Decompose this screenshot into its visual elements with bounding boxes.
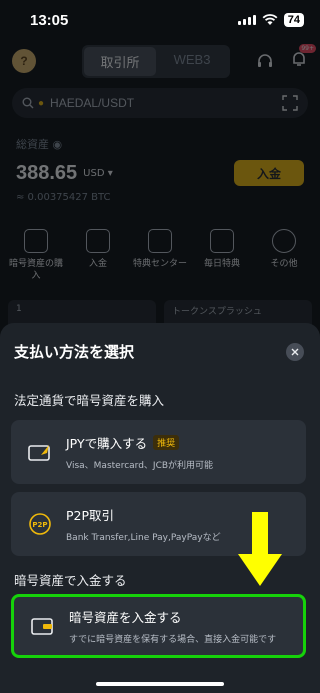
tab-exchange[interactable]: 取引所	[84, 46, 156, 76]
shortcut-daily[interactable]: 毎日特典	[192, 229, 252, 282]
rocket-icon	[24, 229, 48, 253]
shortcuts: 暗号資産の購入 入金 特典センター 毎日特典 その他	[0, 203, 320, 282]
exchange-tabs: 取引所 WEB3	[82, 44, 230, 78]
search-icon	[22, 97, 34, 109]
status-time: 13:05	[30, 11, 69, 29]
more-icon	[272, 229, 296, 253]
option-desc: すでに暗号資産を保有する場合、直接入金可能です	[69, 635, 277, 645]
assets-panel: 総資産 ◉ 388.65 USD ▾ 入金 ≈ 0.00375427 BTC	[0, 118, 320, 203]
calendar-icon	[210, 229, 234, 253]
shortcut-rewards[interactable]: 特典センター	[130, 229, 190, 282]
p2p-icon: P2P	[27, 511, 53, 537]
top-nav: ? 取引所 WEB3 99+	[0, 40, 320, 82]
option-name: JPYで購入する	[66, 436, 148, 451]
deposit-button[interactable]: 入金	[234, 160, 304, 186]
wallet-icon	[86, 229, 110, 253]
fire-icon: ●	[38, 97, 45, 109]
avatar[interactable]: ?	[12, 49, 36, 73]
scan-icon[interactable]	[282, 95, 298, 111]
section-crypto-title: 暗号資産で入金する	[14, 573, 127, 588]
currency-select[interactable]: USD ▾	[83, 168, 113, 179]
card-rocket-icon	[27, 439, 53, 465]
signal-icon	[237, 15, 256, 25]
eye-icon[interactable]: ◉	[53, 138, 63, 151]
close-icon	[291, 348, 299, 355]
assets-btc: ≈ 0.00375427 BTC	[16, 192, 111, 203]
assets-amount: 388.65	[16, 161, 78, 184]
tab-web3[interactable]: WEB3	[156, 47, 228, 76]
option-name: 暗号資産を入金する	[69, 610, 182, 625]
shortcut-more[interactable]: その他	[254, 229, 314, 282]
option-desc: Visa、Mastercard、JCBが利用可能	[66, 461, 214, 471]
wifi-icon	[262, 14, 278, 25]
gift-icon	[148, 229, 172, 253]
option-buy-jpy[interactable]: JPYで購入する 推奨 Visa、Mastercard、JCBが利用可能	[11, 420, 306, 484]
search-placeholder: HAEDAL/USDT	[50, 96, 135, 110]
option-deposit-crypto[interactable]: 暗号資産を入金する すでに暗号資産を保有する場合、直接入金可能です	[11, 594, 306, 658]
wallet-deposit-icon	[30, 613, 56, 639]
close-button[interactable]	[286, 342, 304, 361]
headset-icon[interactable]	[256, 52, 274, 70]
sheet-title: 支払い方法を選択	[14, 343, 135, 361]
battery-indicator: 74	[283, 13, 304, 27]
search-bar[interactable]: ● HAEDAL/USDT	[12, 88, 308, 118]
assets-label: 総資産	[16, 138, 49, 151]
arrow-down-icon	[238, 512, 282, 586]
svg-text:P2P: P2P	[32, 521, 47, 529]
option-name: P2P取引	[66, 508, 115, 523]
option-desc: Bank Transfer,Line Pay,PayPayなど	[66, 533, 221, 543]
status-bar: 13:05 74	[0, 0, 320, 40]
screen: 13:05 74 ? 取引所 WEB3 99+ ● HAEDAL/USDT 総資…	[0, 0, 320, 693]
recommended-badge: 推奨	[153, 435, 180, 450]
home-indicator	[96, 682, 224, 686]
section-fiat-title: 法定通貨で暗号資産を購入	[14, 393, 165, 408]
notification-badge: 99+	[299, 44, 316, 53]
shortcut-deposit[interactable]: 入金	[68, 229, 128, 282]
shortcut-buy-crypto[interactable]: 暗号資産の購入	[6, 229, 66, 282]
